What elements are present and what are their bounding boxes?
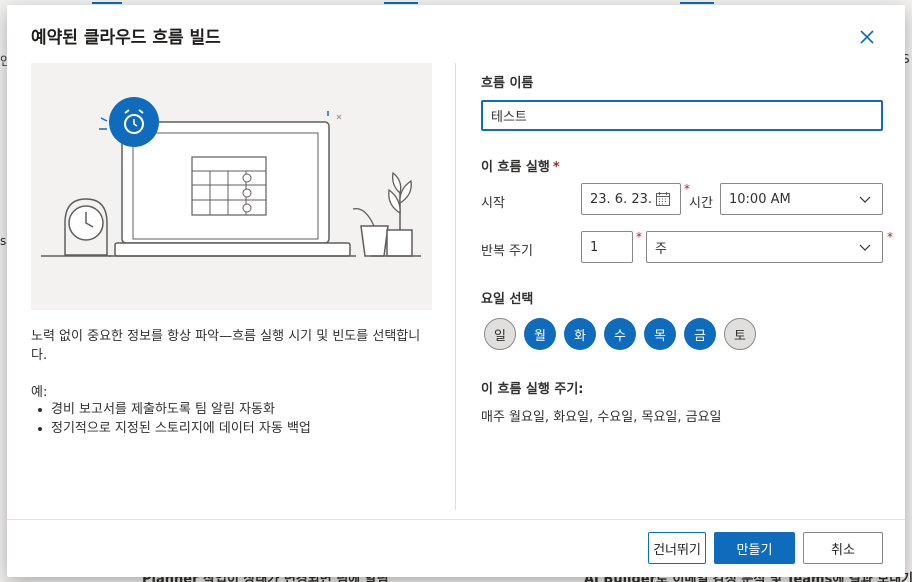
time-label: 시간	[689, 196, 713, 211]
weekday-label: 요일 선택	[481, 292, 534, 307]
day-toggle-monday[interactable]: 월	[524, 318, 556, 350]
background-tab-indicator	[384, 0, 418, 4]
repeat-unit-dropdown[interactable]: 주	[646, 231, 883, 263]
list-item: 정기적으로 지정된 스토리지에 데이터 자동 백업	[31, 419, 311, 438]
dialog-title: 예약된 클라우드 흐름 빌드	[31, 28, 221, 48]
required-mark: *	[887, 230, 893, 244]
chevron-down-icon	[856, 190, 874, 208]
footer-divider	[7, 519, 905, 520]
day-toggle-tuesday[interactable]: 화	[564, 318, 596, 350]
run-flow-label: 이 흐름 실행 *	[481, 156, 560, 175]
day-toggle-saturday[interactable]: 토	[724, 318, 756, 350]
flow-name-input[interactable]	[481, 100, 883, 131]
day-toggle-sunday[interactable]: 일	[484, 318, 516, 350]
start-time-value: 10:00 AM	[729, 191, 791, 207]
calendar-icon	[654, 190, 672, 208]
skip-button[interactable]: 건너뛰기	[648, 532, 706, 564]
day-toggle-friday[interactable]: 금	[684, 318, 716, 350]
examples-label: 예:	[31, 385, 48, 400]
repeat-interval-input[interactable]: 1	[581, 231, 633, 263]
weekday-selector: 일 월 화 수 목 금 토	[484, 318, 756, 350]
panel-divider	[455, 63, 456, 510]
repeat-interval-value: 1	[590, 239, 599, 255]
repeat-label: 반복 주기	[481, 244, 533, 259]
repeat-unit-value: 주	[655, 241, 667, 257]
background-tab-indicator	[92, 0, 122, 4]
laptop-calendar-illustration	[41, 97, 421, 257]
examples-list: 경비 보고서를 제출하도록 팀 알림 자동화 정기적으로 지정된 스토리지에 데…	[31, 400, 311, 438]
chevron-down-icon	[856, 238, 874, 256]
required-mark: *	[552, 160, 560, 175]
start-date-picker[interactable]: 23. 6. 23.	[581, 183, 681, 215]
start-label: 시작	[481, 196, 505, 211]
day-toggle-thursday[interactable]: 목	[644, 318, 676, 350]
cancel-button[interactable]: 취소	[803, 532, 883, 564]
run-summary-value: 매주 월요일, 화요일, 수요일, 목요일, 금요일	[481, 410, 722, 425]
dialog-description: 노력 없이 중요한 정보를 항상 파악—흐름 실행 시기 및 빈도를 선택합니다…	[31, 329, 421, 363]
day-toggle-wednesday[interactable]: 수	[604, 318, 636, 350]
start-time-dropdown[interactable]: 10:00 AM	[720, 183, 883, 215]
start-date-value: 23. 6. 23.	[590, 191, 653, 207]
run-summary-label: 이 흐름 실행 주기:	[481, 382, 584, 397]
flow-name-label: 흐름 이름	[481, 76, 534, 91]
list-item: 경비 보고서를 제출하도록 팀 알림 자동화	[31, 400, 311, 419]
required-mark: *	[636, 230, 642, 244]
close-icon	[860, 30, 874, 44]
background-text: s	[0, 234, 7, 248]
build-scheduled-flow-dialog: 예약된 클라우드 흐름 빌드 노력 없이 중요한 정보를 항상 파악—흐름 실행…	[7, 5, 905, 577]
background-tab-indicator	[680, 0, 714, 4]
close-button[interactable]	[855, 25, 879, 49]
create-button[interactable]: 만들기	[714, 532, 795, 564]
run-flow-label-text: 이 흐름 실행	[481, 160, 550, 175]
schedule-illustration	[31, 63, 432, 310]
